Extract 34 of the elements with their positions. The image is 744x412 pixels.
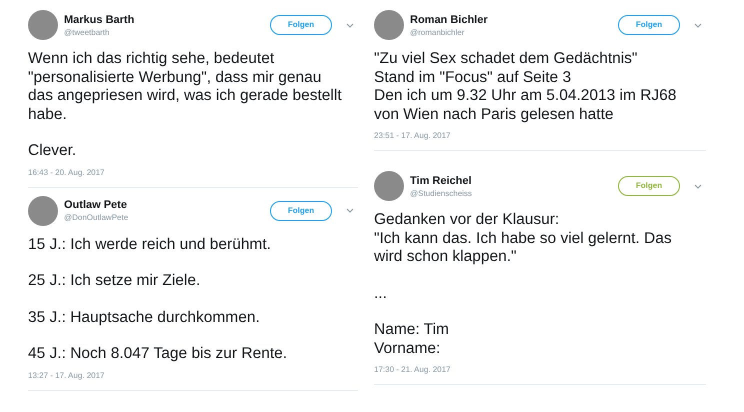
chevron-down-icon[interactable] — [346, 22, 354, 28]
follow-button[interactable]: Folgen — [618, 176, 680, 196]
chevron-down-icon[interactable] — [694, 22, 702, 28]
tweet-text: Wenn ich das richtig sehe, bedeutet "personalisierte Werbung", dass mir genau das angepriesen wird, was ich gerade bestellt habe. — [28, 50, 343, 124]
avatar — [28, 196, 58, 226]
follow-button[interactable]: Folgen — [270, 15, 332, 35]
timestamp[interactable]: 13:27 - 17. Aug. 2017 — [28, 370, 358, 382]
follow-button[interactable]: Folgen — [618, 15, 680, 35]
tweet-text: 45 J.: Noch 8.047 Tage bis zur Rente. — [28, 345, 288, 364]
tweet-text: 35 J.: Hauptsache durchkommen. — [28, 308, 261, 327]
avatar — [374, 10, 404, 40]
follow-button[interactable]: Folgen — [270, 200, 332, 220]
user-handle: @tweetbarth — [64, 26, 110, 38]
avatar — [374, 171, 404, 201]
user-handle: @romanbichler — [410, 26, 466, 38]
tweet-text: ... — [374, 284, 388, 303]
timestamp[interactable]: 16:43 - 20. Aug. 2017 — [28, 166, 358, 178]
tweet-text: 25 J.: Ich setze mir Ziele. — [28, 272, 202, 290]
user-name[interactable]: Roman Bichler — [410, 12, 612, 26]
user-name[interactable]: Tim Reichel — [410, 174, 612, 188]
avatar — [28, 10, 58, 40]
chevron-down-icon[interactable] — [346, 208, 354, 213]
timestamp[interactable]: 17:30 - 21. Aug. 2017 — [374, 364, 706, 376]
tweet-text: "Zu viel Sex schadet dem Gedächtnis" Stand im "Focus" auf Seite 3 Den ich um 9.32 Uhr am 5.04.2013 im RJ68 von Wien nach Paris gelesen hatte — [374, 50, 678, 124]
user-handle: @Studienscheiss — [410, 188, 473, 198]
tweet-text: 15 J.: Ich werde reich und berühmt. — [28, 236, 272, 254]
timestamp[interactable]: 23:51 - 17. Aug. 2017 — [374, 130, 706, 142]
user-handle: @DonOutlawPete — [64, 212, 130, 223]
tweet-text: Clever. — [28, 142, 78, 160]
tweet-text: Name: Tim Vorname: — [374, 321, 450, 358]
tweet-text: Gedanken vor der Klausur: "Ich kann das. Ich habe so viel gelernt. Das wird schon klappen." — [374, 211, 673, 266]
user-name[interactable]: Markus Barth — [64, 12, 264, 26]
user-name[interactable]: Outlaw Pete — [64, 198, 264, 212]
chevron-down-icon[interactable] — [694, 184, 702, 188]
